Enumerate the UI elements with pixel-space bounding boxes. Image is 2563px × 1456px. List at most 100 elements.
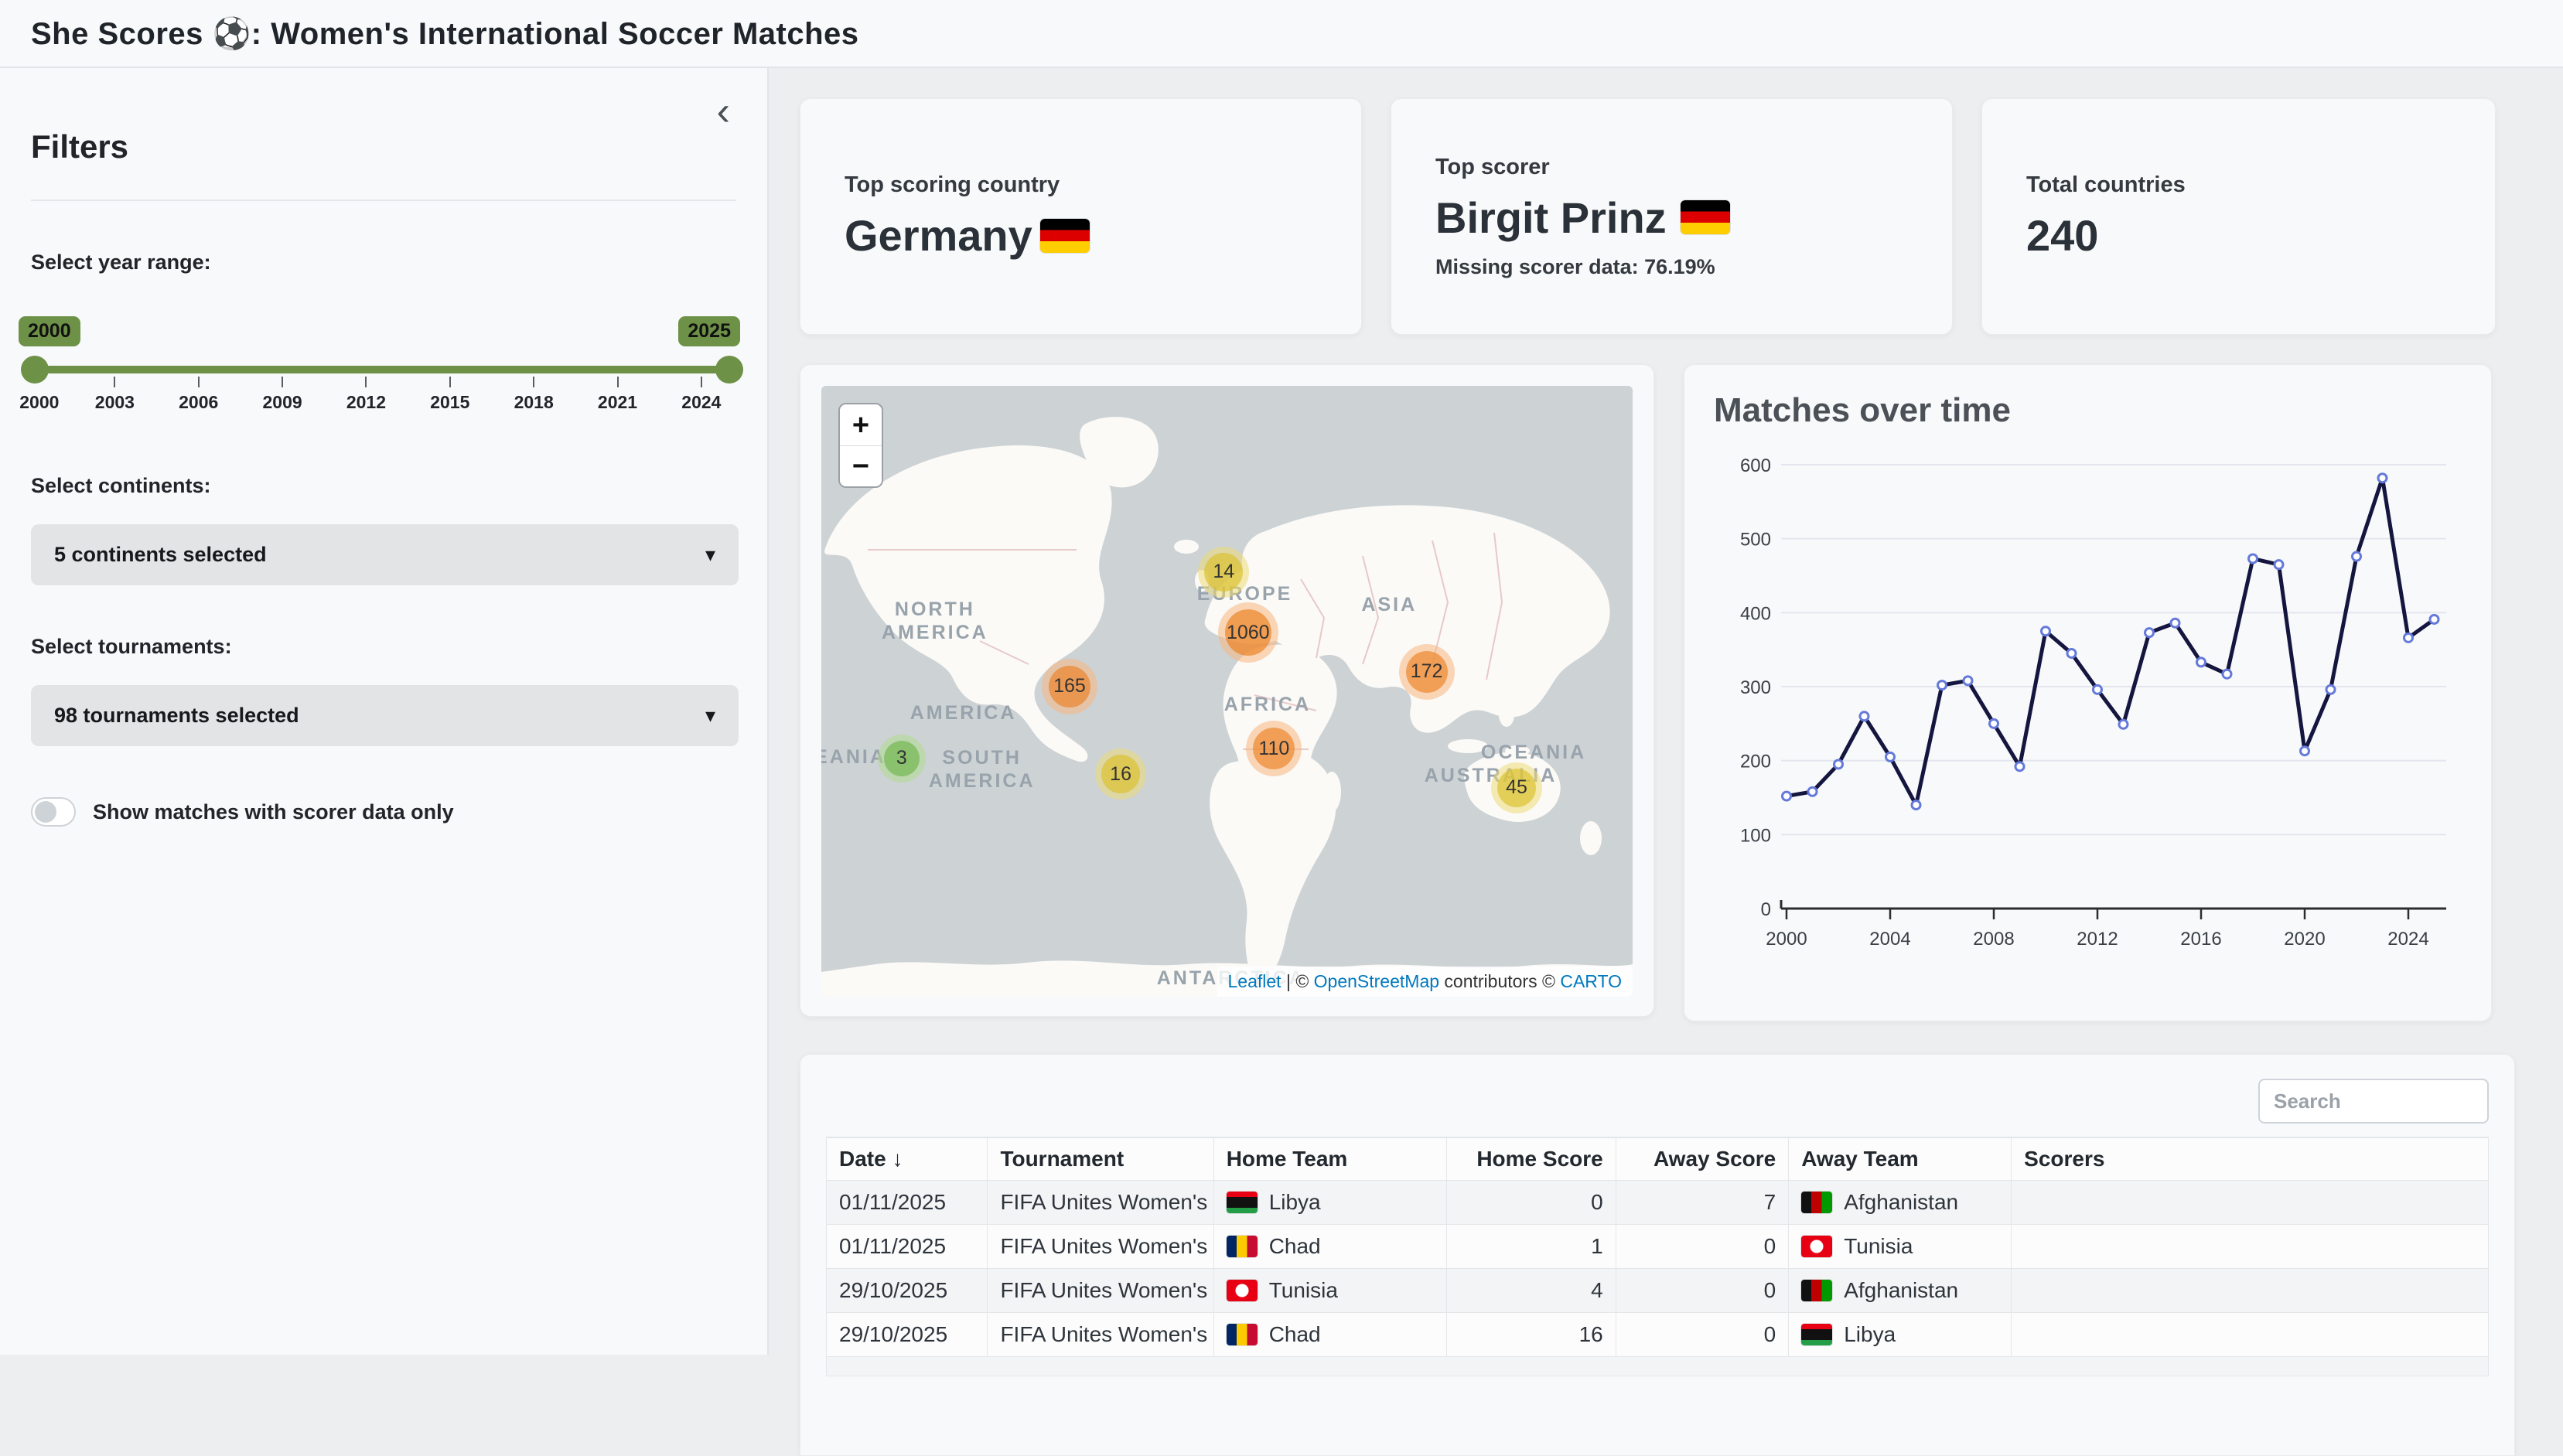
cluster-marker-110[interactable]: 110 — [1253, 728, 1295, 769]
world-map[interactable]: NORTH AMERICAAMERICASOUTH AMERICAEUROPEA… — [821, 386, 1633, 997]
svg-text:600: 600 — [1740, 455, 1771, 476]
chevron-down-icon: ▾ — [705, 543, 715, 567]
slider-tick-label: 2003 — [95, 392, 135, 413]
tournaments-label: Select tournaments: — [31, 635, 736, 659]
top-scorer-card: Top scorer Birgit Prinz Missing scorer d… — [1391, 98, 1953, 335]
team-name: Tunisia — [1844, 1234, 1913, 1259]
svg-text:300: 300 — [1740, 677, 1771, 698]
svg-text:500: 500 — [1740, 530, 1771, 551]
app-header: She Scores ⚽: Women's International Socc… — [0, 0, 2563, 68]
scorer-toggle-label: Show matches with scorer data only — [93, 800, 454, 824]
table-row: 29/10/2025FIFA Unites Women's SeriesChad… — [827, 1312, 2489, 1356]
scorer-data-toggle[interactable] — [31, 797, 76, 827]
team-name: Afghanistan — [1844, 1190, 1958, 1215]
svg-text:2000: 2000 — [1766, 929, 1807, 950]
cluster-marker-14[interactable]: 14 — [1204, 553, 1243, 592]
svg-text:2020: 2020 — [2284, 929, 2325, 950]
matches-table: Date ↓TournamentHome TeamHome ScoreAway … — [826, 1137, 2489, 1356]
chevron-down-icon: ▾ — [705, 704, 715, 728]
slider-tick-label: 2006 — [179, 392, 218, 413]
filters-title: Filters — [31, 128, 736, 165]
toggle-knob — [35, 801, 56, 823]
slider-tick-label: 2024 — [681, 392, 721, 413]
svg-text:200: 200 — [1740, 752, 1771, 772]
divider — [31, 199, 736, 201]
team-name: Tunisia — [1269, 1278, 1338, 1303]
team-name: Chad — [1269, 1322, 1321, 1347]
svg-text:2016: 2016 — [2180, 929, 2221, 950]
column-header-away-score[interactable]: Away Score — [1616, 1137, 1788, 1180]
slider-tick-label: 2000 — [19, 392, 59, 413]
carto-link[interactable]: CARTO — [1560, 971, 1622, 991]
map-zoom-out-button[interactable]: − — [840, 445, 882, 486]
map-attribution: Leaflet | © OpenStreetMap contributors ©… — [1217, 967, 1633, 997]
slider-tick-label: 2009 — [262, 392, 302, 413]
cluster-count: 110 — [1258, 738, 1289, 760]
svg-text:2008: 2008 — [1973, 929, 2014, 950]
slider-tick — [198, 377, 200, 387]
libya-flag-icon — [1801, 1324, 1832, 1345]
next-row-sliver — [826, 1356, 2489, 1376]
cluster-marker-172[interactable]: 172 — [1406, 651, 1448, 693]
total-countries: 240 — [2026, 210, 2495, 261]
sidebar-collapse-button[interactable]: ‹ — [717, 91, 730, 131]
cluster-marker-45[interactable]: 45 — [1497, 769, 1536, 807]
openstreetmap-link[interactable]: OpenStreetMap — [1314, 971, 1439, 991]
slider-tick — [282, 377, 283, 387]
main-content: Top scoring country Germany Top scorer B… — [769, 68, 2563, 1355]
svg-text:100: 100 — [1740, 825, 1771, 846]
cluster-marker-3[interactable]: 3 — [884, 741, 920, 776]
leaflet-link[interactable]: Leaflet — [1228, 971, 1282, 991]
tournaments-value: 98 tournaments selected — [54, 704, 705, 728]
cluster-marker-165[interactable]: 165 — [1049, 666, 1090, 708]
team-name: Chad — [1269, 1234, 1321, 1259]
slider-tick-label: 2018 — [514, 392, 554, 413]
cluster-count: 3 — [896, 747, 907, 769]
column-header-home-score[interactable]: Home Score — [1446, 1137, 1616, 1180]
svg-text:2012: 2012 — [2077, 929, 2118, 950]
search-input[interactable] — [2258, 1079, 2489, 1124]
column-header-home-team[interactable]: Home Team — [1213, 1137, 1446, 1180]
cluster-marker-1060[interactable]: 1060 — [1225, 609, 1271, 656]
tournaments-select[interactable]: 98 tournaments selected ▾ — [31, 685, 739, 746]
svg-text:2004: 2004 — [1869, 929, 1910, 950]
card-value: Birgit Prinz — [1435, 193, 1952, 243]
slider-ticks: 200020032006200920122015201820212024 — [31, 375, 729, 421]
year-range-slider[interactable]: 2000 2025 200020032006200920122015201820… — [31, 366, 729, 373]
year-min-badge: 2000 — [19, 316, 80, 346]
missing-scorer-data: Missing scorer data: 76.19% — [1435, 255, 1952, 279]
year-range-label: Select year range: — [31, 251, 736, 274]
column-header-away-team[interactable]: Away Team — [1789, 1137, 2012, 1180]
table-row: 01/11/2025FIFA Unites Women's SeriesChad… — [827, 1224, 2489, 1268]
cluster-marker-16[interactable]: 16 — [1101, 755, 1140, 793]
continents-select[interactable]: 5 continents selected ▾ — [31, 524, 739, 585]
slider-tick-label: 2015 — [430, 392, 469, 413]
matches-over-time-chart[interactable]: 0100200300400500600200020042008201220162… — [1684, 365, 2493, 1022]
stat-cards: Top scoring country Germany Top scorer B… — [800, 98, 2563, 335]
top-scoring-country: Germany — [845, 210, 1032, 261]
cluster-count: 14 — [1213, 561, 1234, 583]
map-zoom-in-button[interactable]: + — [840, 404, 882, 445]
matches-table-card: Date ↓TournamentHome TeamHome ScoreAway … — [800, 1054, 2515, 1456]
slider-tick-label: 2012 — [346, 392, 386, 413]
team-name: Libya — [1269, 1190, 1321, 1215]
attribution-text: contributors © — [1439, 971, 1560, 991]
map-card: NORTH AMERICAAMERICASOUTH AMERICAEUROPEA… — [800, 364, 1654, 1017]
svg-text:400: 400 — [1740, 603, 1771, 624]
chevron-left-icon: ‹ — [717, 89, 730, 134]
slider-tick — [617, 377, 619, 387]
table-row: 01/11/2025FIFA Unites Women's SeriesLiby… — [827, 1180, 2489, 1224]
cluster-count: 1060 — [1227, 622, 1270, 644]
slider-tick — [533, 377, 534, 387]
chart-card: Matches over time 0100200300400500600200… — [1684, 364, 2492, 1021]
world-map-land — [821, 386, 1633, 997]
column-header-date[interactable]: Date ↓ — [827, 1137, 988, 1180]
column-header-scorers[interactable]: Scorers — [2012, 1137, 2489, 1180]
column-header-tournament[interactable]: Tournament — [988, 1137, 1213, 1180]
team-name: Libya — [1844, 1322, 1896, 1347]
chad-flag-icon — [1227, 1324, 1258, 1345]
cluster-count: 172 — [1411, 660, 1443, 683]
filters-sidebar: ‹ Filters Select year range: 2000 2025 2… — [0, 68, 769, 1355]
year-max-badge: 2025 — [678, 316, 740, 346]
team-name: Afghanistan — [1844, 1278, 1958, 1303]
